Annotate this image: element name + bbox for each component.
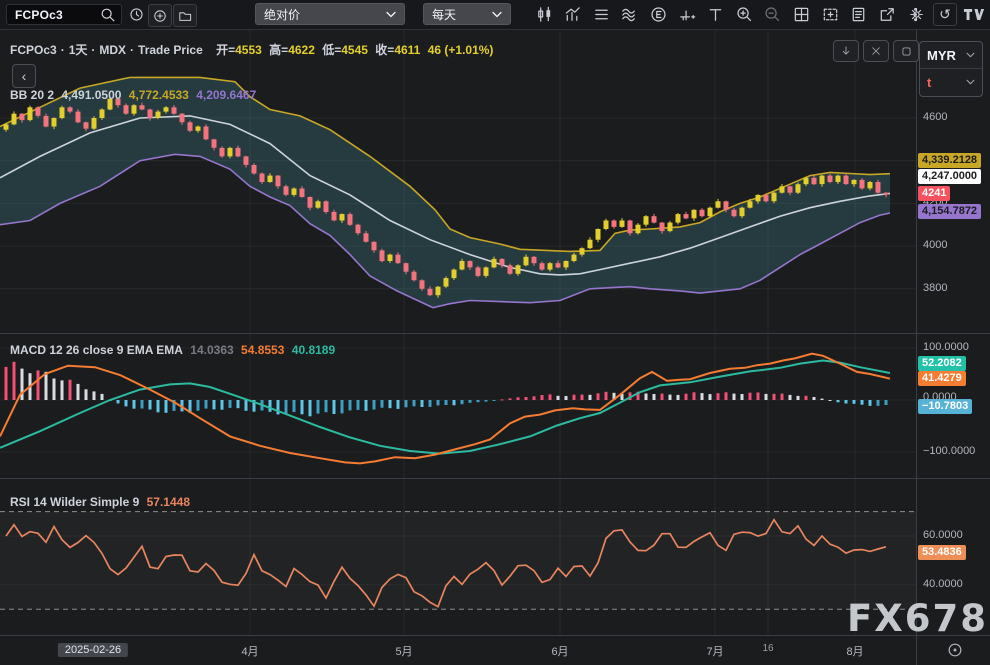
price-label: 4,339.2128 [918,153,981,168]
clock-icon[interactable] [126,4,146,25]
macd-signal-value: 40.8189 [292,343,335,357]
time-axis-label: 4月 [241,643,258,659]
axis-corner-divider [916,636,917,665]
axis-tick: −100.0000 [923,445,975,457]
macd-hist-value: 14.0363 [190,343,233,357]
move-pane-down-button[interactable] [833,40,859,62]
open-value: 4553 [235,43,262,57]
unit-value: t [927,75,931,90]
unit-dropdown[interactable]: t [920,69,982,95]
axis-tick: 60.0000 [923,529,963,541]
folder-icon[interactable] [173,4,197,27]
fx678-watermark: FX678 [847,597,988,640]
events-icon[interactable] [646,4,670,26]
legend-exchange: MDX [99,43,126,57]
bb-lower-value: 4,209.6467 [196,88,256,102]
axis-tick: 4000 [923,239,947,251]
close-value: 4611 [394,43,420,57]
axis-tick: 4600 [923,111,947,123]
currency-dropdown[interactable]: MYR [920,42,982,69]
price-label: −10.7803 [918,399,972,414]
chevron-down-icon [492,11,502,18]
screenshot-icon[interactable] [818,4,842,26]
notes-icon[interactable] [847,4,871,26]
main-legend[interactable]: FCPOc3·1天·MDX·Trade Price 开=4553 高=4622 … [10,41,497,58]
currency-unit-selector: MYR t [919,41,983,97]
time-axis-target-icon[interactable] [946,641,964,659]
rsi-value: 57.1448 [147,495,190,509]
legend-series: Trade Price [138,43,203,57]
bb-title: BB 20 2 [10,88,54,102]
chart-style-candles-icon[interactable] [532,4,556,26]
reset-chart-button[interactable]: ↺ [933,3,957,26]
layers-icon[interactable] [589,4,613,26]
zoom-out-icon[interactable] [761,4,785,26]
maximize-pane-button[interactable] [893,40,919,62]
change-value: 46 (+1.01%) [428,43,494,57]
rsi-title: RSI 14 Wilder Simple 9 [10,495,139,509]
bb-legend[interactable]: BB 20 2 4,491.0500 4,772.4533 4,209.6467 [10,88,260,102]
price-label: 4241 [918,186,950,201]
trading-chart-app: FCPOc3 绝对价 每天 ↺ [0,0,990,665]
chevron-down-icon [386,11,396,18]
tool-icon-strip [532,0,928,29]
time-axis-label: 5月 [395,643,412,659]
macd-line-value: 54.8553 [241,343,284,357]
time-axis-label: 6月 [551,643,568,659]
macd-legend[interactable]: MACD 12 26 close 9 EMA EMA 14.0363 54.85… [10,343,339,357]
axis-tick: 40.0000 [923,578,963,590]
indicators-icon[interactable] [618,4,642,26]
back-button[interactable]: ‹ [12,64,36,88]
top-toolbar: FCPOc3 绝对价 每天 ↺ [0,0,990,30]
chevron-down-icon [966,79,975,85]
interval-dropdown[interactable]: 每天 [423,3,511,25]
price-label: 4,154.7872 [918,204,981,219]
compare-icon[interactable] [561,4,585,26]
symbol-search-input[interactable]: FCPOc3 [6,4,122,25]
price-mode-dropdown[interactable]: 绝对价 [255,3,405,25]
price-mode-value: 绝对价 [264,6,300,23]
legend-symbol: FCPOc3 [10,43,57,57]
low-value: 4545 [341,43,368,57]
add-symbol-button[interactable] [148,4,172,27]
export-chart-icon[interactable] [875,4,899,26]
alert-icon[interactable] [675,4,699,26]
price-label: 52.2082 [918,356,966,371]
price-label: 53.4836 [918,545,966,560]
chevron-down-icon [966,52,975,58]
grid-layout-icon[interactable] [789,4,813,26]
axis-tick: 100.0000 [923,341,969,353]
pane-buttons [833,40,919,62]
search-icon [99,6,117,24]
time-axis-label: 8月 [846,643,863,659]
time-axis-label: 16 [762,643,773,654]
rsi-legend[interactable]: RSI 14 Wilder Simple 9 57.1448 [10,495,194,509]
price-label: 4,247.0000 [918,169,981,184]
settings-gear-icon[interactable] [904,4,928,26]
interval-value: 每天 [432,6,456,23]
bb-basis-value: 4,491.0500 [61,88,121,102]
legend-interval: 1天 [69,43,88,57]
axis-tick: 3800 [923,282,947,294]
price-scale[interactable]: MYR t 46004400420040003800100.00000.0000… [917,29,990,635]
currency-value: MYR [927,48,956,63]
toolbar-right-group: ↺ [904,0,986,29]
tradingview-logo [962,4,986,26]
range-start-date: 2025-02-26 [58,643,128,657]
bb-upper-value: 4,772.4533 [129,88,189,102]
price-label: 41.4279 [918,371,966,386]
time-scale[interactable]: 2025-02-26 4月 5月 6月 7月 16 8月 [0,636,990,665]
macd-title: MACD 12 26 close 9 EMA EMA [10,343,183,357]
high-value: 4622 [288,43,315,57]
time-axis-label: 7月 [706,643,723,659]
zoom-in-icon[interactable] [732,4,756,26]
collapse-pane-button[interactable] [863,40,889,62]
symbol-search-value: FCPOc3 [15,8,99,22]
text-tool-icon[interactable] [704,4,728,26]
